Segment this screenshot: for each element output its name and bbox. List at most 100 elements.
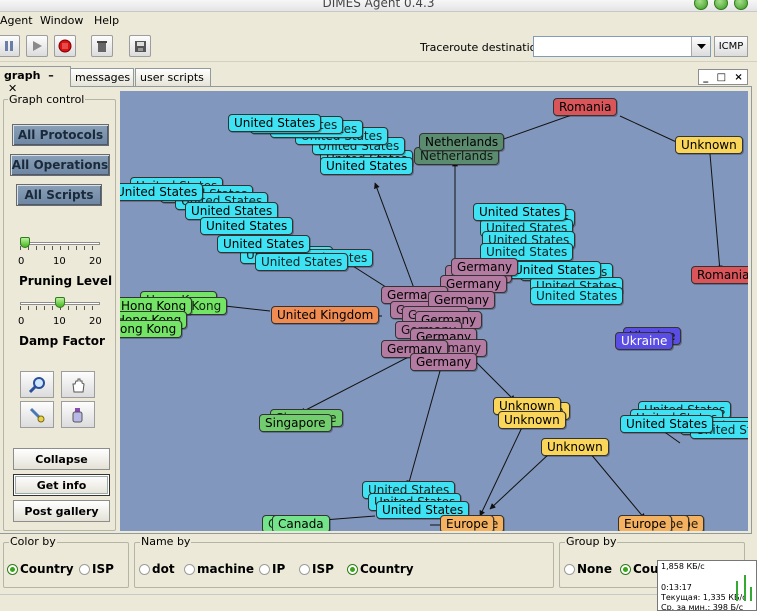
name-by-isp-radio[interactable]: ISP	[299, 562, 334, 576]
name-by-legend: Name by	[140, 535, 192, 548]
all-protocols-button[interactable]: All Protocols	[12, 124, 109, 146]
pruning-slider-track	[20, 242, 100, 245]
name-by-machine-radio[interactable]: machine	[184, 562, 254, 576]
node-netherlands[interactable]: Netherlands	[419, 133, 505, 151]
radio-unselected-icon	[564, 563, 575, 575]
name-by-ip-label: IP	[272, 562, 286, 576]
brush-tool-button[interactable]	[20, 401, 54, 428]
pause-button[interactable]	[0, 35, 20, 57]
all-operations-button[interactable]: All Operations	[10, 154, 110, 176]
hand-icon	[72, 378, 85, 392]
damp-slider-thumb[interactable]	[55, 297, 65, 308]
node-singapore[interactable]: Singapore	[259, 414, 332, 432]
name-by-country-radio[interactable]: Country	[347, 562, 414, 576]
node-united-states[interactable]: United States	[620, 415, 714, 433]
node-united-kingdom[interactable]: United Kingdom	[271, 306, 380, 324]
trash-icon	[97, 40, 107, 52]
node-unknown[interactable]: Unknown	[498, 411, 566, 429]
panel-maximize-icon[interactable]: □	[717, 72, 726, 83]
pruning-slider-thumb[interactable]	[20, 237, 30, 248]
name-by-dot-label: dot	[152, 562, 175, 576]
tab-bar: graph – ✕ messages user scripts	[0, 66, 757, 95]
node-europe[interactable]: Europe	[618, 515, 673, 531]
node-united-states[interactable]: United States	[320, 157, 414, 175]
node-ukraine[interactable]: Ukraine	[615, 332, 674, 350]
node-hong-kong[interactable]: Hong Kong	[120, 320, 183, 338]
node-united-states[interactable]: United States	[217, 235, 311, 253]
window-title: DIMES Agent 0.4.3	[322, 0, 435, 10]
node-unknown[interactable]: Unknown	[541, 438, 609, 456]
node-united-states[interactable]: United States	[473, 203, 567, 221]
pruning-max-label: 20	[89, 256, 102, 267]
graph-control-legend: Graph control	[8, 93, 86, 106]
pan-tool-button[interactable]	[61, 371, 95, 398]
radio-selected-icon	[347, 563, 358, 575]
name-by-dot-radio[interactable]: dot	[139, 562, 175, 576]
tab-close-icon[interactable]: ✕	[8, 82, 17, 95]
edge	[224, 305, 271, 312]
node-germany[interactable]: Germany	[410, 353, 478, 371]
node-united-states[interactable]: United States	[120, 183, 204, 201]
zoom-tool-button[interactable]	[20, 371, 54, 398]
tab-minimize-icon[interactable]: –	[48, 69, 54, 82]
delete-button[interactable]	[91, 35, 113, 57]
color-by-country-radio[interactable]: Country	[7, 562, 74, 576]
post-gallery-button[interactable]: Post gallery	[13, 500, 110, 522]
panel-minimize-icon[interactable]: _	[703, 72, 708, 83]
name-by-group: Name by dot machine IP ISP Country	[134, 534, 554, 590]
network-monitor-widget: 1,858 КБ/с 0:13:17 Текущая: 1,335 КБ/с С…	[657, 560, 757, 611]
graph-control-panel: Graph control All Protocols All Operatio…	[3, 93, 116, 531]
play-button[interactable]	[26, 35, 48, 57]
node-united-states[interactable]: United States	[200, 217, 294, 235]
color-by-isp-radio[interactable]: ISP	[79, 562, 114, 576]
traceroute-destination-combo[interactable]	[533, 36, 711, 57]
group-by-none-radio[interactable]: None	[564, 562, 612, 576]
zoom-icon	[28, 376, 45, 393]
pruning-level-title: Pruning Level	[19, 274, 113, 288]
name-by-ip-radio[interactable]: IP	[259, 562, 285, 576]
node-united-states[interactable]: United States	[228, 114, 322, 132]
radio-unselected-icon	[139, 563, 150, 575]
save-button[interactable]	[129, 35, 151, 57]
play-icon	[33, 41, 42, 51]
stop-button[interactable]	[54, 35, 76, 57]
paint-tool-button[interactable]	[61, 401, 95, 428]
radio-selected-icon	[7, 563, 18, 575]
node-europe[interactable]: Europe	[440, 515, 495, 531]
node-romania[interactable]: Romania	[691, 266, 748, 284]
pruning-min-label: 0	[18, 256, 25, 267]
traceroute-dropdown-button[interactable]	[691, 37, 710, 56]
node-romania[interactable]: Romania	[553, 98, 618, 116]
network-graph-canvas[interactable]: Romania Unknown Romania Netherlands Neth…	[120, 91, 748, 531]
node-unknown[interactable]: Unknown	[675, 136, 743, 154]
name-by-machine-label: machine	[197, 562, 255, 576]
status-bar	[0, 594, 657, 611]
node-germany[interactable]: Germany	[451, 258, 519, 276]
tab-user-scripts[interactable]: user scripts	[135, 68, 211, 86]
panel-window-controls: _ □ ×	[698, 69, 748, 85]
tab-graph-label: graph	[4, 69, 41, 82]
chevron-down-icon	[696, 43, 706, 49]
menu-agent[interactable]: Agent	[0, 14, 33, 27]
menu-window[interactable]: Window	[40, 14, 83, 27]
tab-user-scripts-label: user scripts	[140, 71, 204, 84]
get-info-button[interactable]: Get info	[13, 474, 110, 496]
menu-help[interactable]: Help	[94, 14, 119, 27]
node-united-states[interactable]: United States	[255, 253, 349, 271]
damp-factor-slider[interactable]	[20, 296, 100, 310]
traceroute-destination-input[interactable]	[534, 37, 690, 56]
radio-unselected-icon	[184, 563, 195, 575]
pruning-level-slider[interactable]	[20, 236, 100, 250]
tab-graph[interactable]: graph – ✕	[0, 66, 71, 95]
node-united-states[interactable]: United States	[530, 287, 624, 305]
radio-unselected-icon	[259, 563, 270, 575]
all-scripts-button[interactable]: All Scripts	[16, 184, 102, 206]
menu-bar: Agent Window Help	[0, 12, 757, 32]
node-united-states[interactable]: United States	[508, 261, 602, 279]
node-canada[interactable]: Canada	[272, 515, 330, 531]
tab-messages[interactable]: messages	[70, 68, 134, 86]
panel-close-icon[interactable]: ×	[734, 72, 742, 83]
icmp-button[interactable]: ICMP	[714, 36, 748, 57]
collapse-button[interactable]: Collapse	[13, 448, 110, 470]
edge	[479, 420, 526, 517]
